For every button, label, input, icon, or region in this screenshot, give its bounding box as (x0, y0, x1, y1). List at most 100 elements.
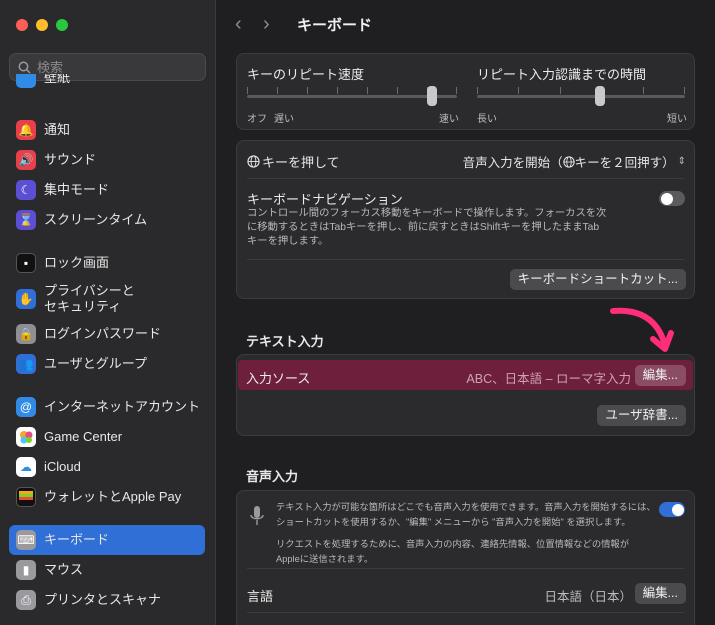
sidebar-item-label: プリンタとスキャナ (44, 592, 162, 607)
keyboard-navigation-description: コントロール間のフォーカス移動をキーボードで操作します。フォーカスを次 に移動す… (247, 207, 647, 249)
sidebar-item-printers[interactable]: ⎙ プリンタとスキャナ (9, 585, 205, 615)
hand-icon: ✋ (16, 289, 36, 309)
sidebar-item-game-center[interactable]: Game Center (9, 422, 205, 452)
sidebar-item-internet-accounts[interactable]: @ インターネットアカウント (9, 392, 205, 422)
keyboard-navigation-title: キーボードナビゲーション (247, 192, 403, 207)
back-button[interactable]: ‹ (235, 13, 263, 36)
dictation-description: テキスト入力が可能な箇所はどこでも音声入力を使用できます。音声入力を開始するには… (276, 500, 666, 567)
sidebar: 壁紙 🔔 通知 🔊 サウンド ☾ 集中モード ⌛ スクリーンタイム ▪ ロック画… (0, 0, 216, 625)
globe-icon (562, 155, 575, 168)
sidebar-item-users-groups[interactable]: 👥 ユーザとグループ (9, 349, 205, 379)
popup-chevron-icon: ⇕ (677, 156, 686, 167)
sidebar-item-label: iCloud (44, 459, 81, 474)
sidebar-item-sound[interactable]: 🔊 サウンド (9, 145, 205, 175)
close-window-button[interactable] (16, 19, 28, 31)
sidebar-item-wallpaper[interactable]: 壁紙 (9, 74, 205, 96)
minimize-window-button[interactable] (36, 19, 48, 31)
user-dictionary-button[interactable]: ユーザ辞書... (597, 405, 686, 426)
sidebar-item-label: ユーザとグループ (44, 356, 147, 371)
globe-key-value-suffix: キーを２回押す） (574, 156, 675, 170)
rate-fast-label: 速い (439, 114, 459, 125)
description-line: リクエストを処理するために、音声入力の内容、連絡先情報、位置情報などの情報が (276, 539, 630, 549)
globe-key-label: キーを押して (262, 155, 340, 170)
slider-knob[interactable] (594, 86, 605, 106)
globe-key-row: キーを押して (247, 152, 340, 171)
sidebar-item-lock-screen[interactable]: ▪ ロック画面 (9, 248, 205, 278)
delay-short-label: 短い (667, 114, 687, 125)
moon-icon: ☾ (16, 180, 36, 200)
sidebar-item-focus[interactable]: ☾ 集中モード (9, 175, 205, 205)
annotation-arrow-icon (610, 307, 674, 352)
search-icon (18, 61, 31, 74)
language-value: 日本語（日本） (544, 590, 632, 604)
search-input[interactable] (37, 59, 197, 75)
zoom-window-button[interactable] (56, 19, 68, 31)
key-repeat-rate-label: キーのリピート速度 (247, 67, 365, 82)
dictation-toggle[interactable] (659, 502, 685, 517)
key-repeat-card: キーのリピート速度 リピート入力認識までの時間 オフ 遅い 速い 長い 短い (236, 53, 695, 130)
globe-icon (247, 155, 260, 168)
sidebar-item-label: 壁紙 (44, 74, 71, 85)
wallet-icon (16, 487, 36, 507)
window-controls (16, 19, 68, 31)
rate-min-label: オフ (247, 114, 267, 125)
sidebar-item-label: サウンド (44, 152, 97, 167)
bell-icon: 🔔 (16, 120, 36, 140)
sidebar-item-login-password[interactable]: 🔒 ログインパスワード (9, 319, 205, 349)
sidebar-item-keyboard[interactable]: ⌨ キーボード (9, 525, 205, 555)
at-icon: @ (16, 397, 36, 417)
sidebar-item-label: マウス (44, 562, 84, 577)
repeat-delay-slider[interactable] (477, 84, 685, 108)
sidebar-item-label: 集中モード (44, 182, 110, 197)
sidebar-item-label: プライバシーと (44, 283, 135, 298)
input-sources-label: 入力ソース (246, 371, 311, 386)
dictation-card: テキスト入力が可能な箇所はどこでも音声入力を使用できます。音声入力を開始するには… (236, 490, 695, 625)
keyboard-shortcuts-button[interactable]: キーボードショートカット... (509, 269, 686, 290)
input-sources-row[interactable]: 入力ソース ABC、日本語 – ローマ字入力 (238, 360, 693, 390)
sidebar-item-label: スクリーンタイム (44, 212, 148, 227)
repeat-delay-label: リピート入力認識までの時間 (477, 67, 647, 82)
input-sources-value: ABC、日本語 – ローマ字入力 (466, 372, 631, 386)
sidebar-item-privacy[interactable]: ✋ プライバシーと セキュリティ (9, 281, 205, 317)
sidebar-item-label: キーボード (44, 532, 110, 547)
lock-screen-icon: ▪ (16, 253, 36, 273)
sidebar-item-label: 通知 (44, 122, 71, 137)
keyboard-navigation-toggle[interactable] (659, 191, 685, 206)
mouse-icon: ▮ (16, 560, 36, 580)
page-title: キーボード (297, 16, 373, 34)
description-line: ショートカットを使用するか、"編集" メニューから "音声入力を開始" を選択し… (276, 517, 631, 527)
sidebar-item-notifications[interactable]: 🔔 通知 (9, 115, 205, 145)
speaker-icon: 🔊 (16, 150, 36, 170)
input-sources-edit-button[interactable]: 編集... (634, 365, 686, 386)
dictation-section-title: 音声入力 (246, 469, 299, 484)
toolbar: ‹ › キーボード (217, 0, 715, 48)
description-line: キーを押します。 (247, 236, 329, 247)
language-edit-button[interactable]: 編集... (634, 583, 686, 604)
sidebar-item-screen-time[interactable]: ⌛ スクリーンタイム (9, 205, 205, 235)
globe-key-popup[interactable]: 音声入力を開始（ キーを２回押す） ⇕ (463, 152, 686, 171)
game-center-icon (16, 427, 36, 447)
slider-knob[interactable] (426, 86, 437, 106)
globe-key-value: 音声入力を開始（ (462, 156, 563, 170)
keyboard-options-card: キーを押して 音声入力を開始（ キーを２回押す） ⇕ キーボードナビゲーション … (236, 140, 695, 299)
microphone-icon (250, 506, 264, 525)
sidebar-item-wallet[interactable]: ウォレットとApple Pay (9, 482, 205, 512)
description-line: に移動するときはTabキーを押し、前に戻すときはShiftキーを押したままTab (247, 222, 600, 233)
sidebar-item-label-line2: セキュリティ (44, 299, 122, 314)
padlock-icon: 🔒 (16, 324, 36, 344)
wallpaper-icon (16, 74, 36, 88)
sidebar-item-icloud[interactable]: ☁ iCloud (9, 452, 205, 482)
cloud-icon: ☁ (16, 457, 36, 477)
description-line: Appleに送信されます。 (276, 554, 374, 564)
sidebar-item-label: インターネットアカウント (44, 399, 201, 414)
keyboard-icon: ⌨ (16, 530, 36, 550)
language-label: 言語 (247, 589, 274, 604)
forward-button[interactable]: › (263, 13, 291, 36)
printer-icon: ⎙ (16, 590, 36, 610)
key-repeat-rate-slider[interactable] (247, 84, 457, 108)
sidebar-item-label: ログインパスワード (44, 326, 162, 341)
hourglass-icon: ⌛ (16, 210, 36, 230)
description-line: テキスト入力が可能な箇所はどこでも音声入力を使用できます。音声入力を開始するには… (276, 502, 656, 512)
sidebar-item-mouse[interactable]: ▮ マウス (9, 555, 205, 585)
sidebar-item-label: Game Center (44, 429, 123, 444)
